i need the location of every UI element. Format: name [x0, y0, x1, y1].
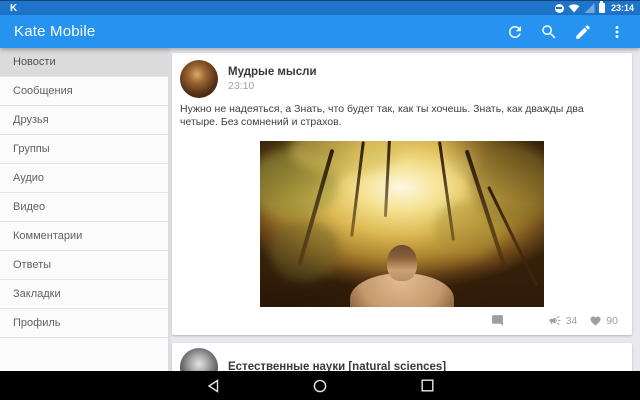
- sidebar-item-comments[interactable]: Комментарии: [0, 222, 168, 251]
- body: Новости Сообщения Друзья Группы Аудио Ви…: [0, 48, 640, 371]
- post-footer: 34 90: [491, 314, 618, 327]
- back-icon: [207, 379, 220, 393]
- post-card: Мудрые мысли 23:10 Нужно не надеяться, а…: [172, 53, 632, 335]
- android-nav-bar: [0, 371, 640, 400]
- sidebar-item-label: Новости: [13, 56, 56, 68]
- signal-icon: [584, 3, 595, 13]
- post-card: Естественные науки [natural sciences]: [172, 343, 632, 371]
- author-avatar[interactable]: [180, 348, 218, 371]
- battery-icon: [599, 3, 605, 13]
- person-head: [387, 245, 417, 281]
- search-button[interactable]: [539, 22, 558, 41]
- sidebar-menu: Новости Сообщения Друзья Группы Аудио Ви…: [0, 48, 168, 371]
- home-button[interactable]: [267, 371, 374, 400]
- post-text: Нужно не надеяться, а Знать, что будет т…: [180, 103, 622, 128]
- refresh-button[interactable]: [505, 22, 524, 41]
- compose-button[interactable]: [573, 22, 592, 41]
- megaphone-icon: [548, 314, 562, 327]
- sidebar-item-audio[interactable]: Аудио: [0, 164, 168, 193]
- back-button[interactable]: [160, 371, 267, 400]
- app-bar: Kate Mobile: [0, 15, 640, 48]
- search-icon: [540, 23, 558, 41]
- recents-button[interactable]: [374, 371, 481, 400]
- sidebar-item-label: Видео: [13, 201, 45, 213]
- home-icon: [313, 379, 327, 393]
- post-author: Естественные науки [natural sciences]: [228, 361, 446, 371]
- kate-notification-icon: K: [10, 3, 18, 14]
- like-button[interactable]: 90: [589, 315, 618, 327]
- comment-button[interactable]: [491, 314, 508, 327]
- sidebar-item-label: Ответы: [13, 259, 51, 271]
- repost-count: 34: [566, 315, 578, 327]
- post-image[interactable]: [260, 141, 544, 307]
- clock: 23:14: [611, 3, 634, 13]
- sidebar-item-replies[interactable]: Ответы: [0, 251, 168, 280]
- pencil-icon: [574, 23, 592, 41]
- recents-icon: [421, 379, 434, 392]
- refresh-icon: [506, 23, 524, 41]
- sidebar-item-news[interactable]: Новости: [0, 48, 168, 77]
- sidebar-item-label: Сообщения: [13, 85, 73, 97]
- heart-icon: [589, 315, 602, 327]
- comment-icon: [491, 314, 504, 327]
- post-timestamp: 23:10: [228, 80, 317, 92]
- sidebar-item-label: Группы: [13, 143, 50, 155]
- wifi-icon: [568, 3, 580, 13]
- sidebar-item-video[interactable]: Видео: [0, 193, 168, 222]
- sidebar-item-label: Комментарии: [13, 230, 82, 242]
- do-not-disturb-icon: [555, 4, 564, 13]
- like-count: 90: [606, 315, 618, 327]
- status-bar: K 23:14: [0, 0, 640, 15]
- repost-button[interactable]: 34: [548, 314, 578, 327]
- sidebar-item-messages[interactable]: Сообщения: [0, 77, 168, 106]
- overflow-menu-icon: [608, 23, 626, 41]
- sidebar-item-label: Аудио: [13, 172, 44, 184]
- sidebar-item-profile[interactable]: Профиль: [0, 309, 168, 338]
- post-header[interactable]: Мудрые мысли 23:10: [180, 60, 317, 98]
- post-author: Мудрые мысли: [228, 66, 317, 78]
- sidebar-item-label: Друзья: [13, 114, 49, 126]
- post-header[interactable]: Естественные науки [natural sciences]: [180, 348, 446, 371]
- sidebar-item-friends[interactable]: Друзья: [0, 106, 168, 135]
- sidebar-item-bookmarks[interactable]: Закладки: [0, 280, 168, 309]
- sidebar-item-label: Профиль: [13, 317, 61, 329]
- news-feed[interactable]: Мудрые мысли 23:10 Нужно не надеяться, а…: [168, 48, 640, 371]
- overflow-menu-button[interactable]: [607, 22, 626, 41]
- screen: K 23:14 Kate Mobile: [0, 0, 640, 400]
- app-title: Kate Mobile: [14, 23, 95, 40]
- sidebar-item-label: Закладки: [13, 288, 61, 300]
- sidebar-item-groups[interactable]: Группы: [0, 135, 168, 164]
- author-avatar[interactable]: [180, 60, 218, 98]
